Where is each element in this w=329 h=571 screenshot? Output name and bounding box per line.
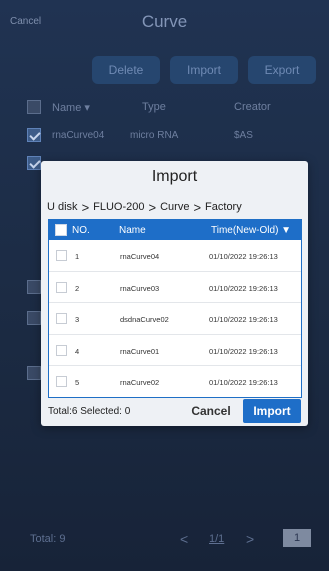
row-time: 01/10/2022 19:26:13 (209, 283, 278, 293)
table-row[interactable]: 5 rnaCurve02 01/10/2022 19:26:13 (49, 366, 301, 397)
import-confirm-button[interactable]: Import (243, 399, 301, 423)
file-table-header: NO. Name Time(New-Old) ▼ (49, 220, 301, 240)
page-input[interactable]: 1 (283, 529, 311, 547)
breadcrumb: U disk > FLUO-200 > Curve > Factory (47, 199, 242, 215)
cancel-button[interactable]: Cancel (187, 399, 235, 423)
breadcrumb-item-fluo[interactable]: FLUO-200 (93, 201, 144, 213)
page-indicator: 1/1 (209, 533, 225, 545)
row-number: 3 (75, 315, 80, 324)
select-all-checkbox[interactable] (27, 100, 41, 114)
dialog-title: Import (151, 168, 198, 185)
row-number: 5 (75, 378, 80, 387)
column-name-header: Name (119, 225, 146, 236)
select-all-checkbox[interactable] (55, 224, 67, 236)
row-name: rnaCurve03 (120, 283, 160, 293)
import-dialog: Import U disk > FLUO-200 > Curve > Facto… (41, 161, 308, 426)
breadcrumb-item-factory[interactable]: Factory (205, 201, 242, 213)
table-row[interactable]: 3 dsdnaCurve02 01/10/2022 19:26:13 (49, 303, 301, 335)
breadcrumb-item-curve[interactable]: Curve (160, 201, 189, 213)
page-title: Curve (141, 12, 188, 31)
row-checkbox[interactable] (27, 128, 41, 142)
selection-summary: Total:6 Selected: 0 (48, 406, 131, 417)
row-time: 01/10/2022 19:26:13 (209, 252, 278, 261)
delete-button[interactable]: Delete (92, 56, 160, 84)
row-checkbox[interactable] (27, 280, 41, 294)
row-checkbox[interactable] (27, 311, 41, 325)
table-row[interactable]: rnaCurve04 micro RNA $AS (24, 124, 324, 146)
table-row[interactable]: 4 rnaCurve01 01/10/2022 19:26:13 (49, 335, 301, 366)
row-checkbox[interactable] (27, 156, 41, 170)
export-button[interactable]: Export (248, 56, 316, 84)
breadcrumb-separator-icon: > (148, 199, 157, 215)
row-time: 01/10/2022 19:26:13 (209, 378, 278, 387)
total-count: Total: 9 (30, 533, 66, 545)
curve-table-header: Name ▾ Type Creator (24, 95, 324, 119)
row-number: 2 (75, 283, 80, 293)
row-type: micro RNA (130, 130, 179, 141)
column-time-header[interactable]: Time(New-Old) ▼ (211, 225, 291, 236)
column-name-header[interactable]: Name ▾ (52, 101, 90, 114)
row-name: rnaCurve04 (52, 130, 105, 141)
row-name: dsdnaCurve02 (120, 315, 169, 324)
top-bar: Cancel Curve (0, 0, 329, 44)
row-checkbox[interactable] (56, 313, 67, 324)
breadcrumb-separator-icon: > (81, 199, 90, 215)
breadcrumb-item-udisk[interactable]: U disk (47, 201, 78, 213)
row-time: 01/10/2022 19:26:13 (209, 315, 278, 324)
row-checkbox[interactable] (56, 250, 67, 261)
row-number: 1 (75, 252, 80, 261)
row-creator: $AS (234, 130, 253, 141)
table-row[interactable]: 1 rnaCurve04 01/10/2022 19:26:13 (49, 240, 301, 272)
import-button[interactable]: Import (170, 56, 238, 84)
next-page-button[interactable]: > (246, 531, 254, 547)
column-type-header: Type (142, 101, 166, 113)
row-checkbox[interactable] (56, 281, 67, 293)
row-time: 01/10/2022 19:26:13 (209, 346, 278, 356)
action-bar: Delete Import Export (92, 56, 316, 84)
breadcrumb-separator-icon: > (193, 199, 202, 215)
row-checkbox[interactable] (56, 344, 67, 356)
row-checkbox[interactable] (27, 366, 41, 380)
dialog-footer: Total:6 Selected: 0 Cancel Import (41, 397, 308, 425)
row-checkbox[interactable] (56, 376, 67, 387)
pagination-footer: Total: 9 < 1/1 > 1 (0, 528, 329, 550)
table-row[interactable]: 2 rnaCurve03 01/10/2022 19:26:13 (49, 272, 301, 303)
row-name: rnaCurve01 (120, 346, 160, 356)
row-name: rnaCurve02 (120, 378, 160, 387)
row-name: rnaCurve04 (120, 252, 160, 261)
prev-page-button[interactable]: < (180, 531, 188, 547)
file-table: NO. Name Time(New-Old) ▼ 1 rnaCurve04 01… (48, 219, 302, 398)
row-number: 4 (75, 346, 80, 356)
column-creator-header: Creator (234, 101, 271, 113)
column-no-header: NO. (72, 225, 90, 236)
